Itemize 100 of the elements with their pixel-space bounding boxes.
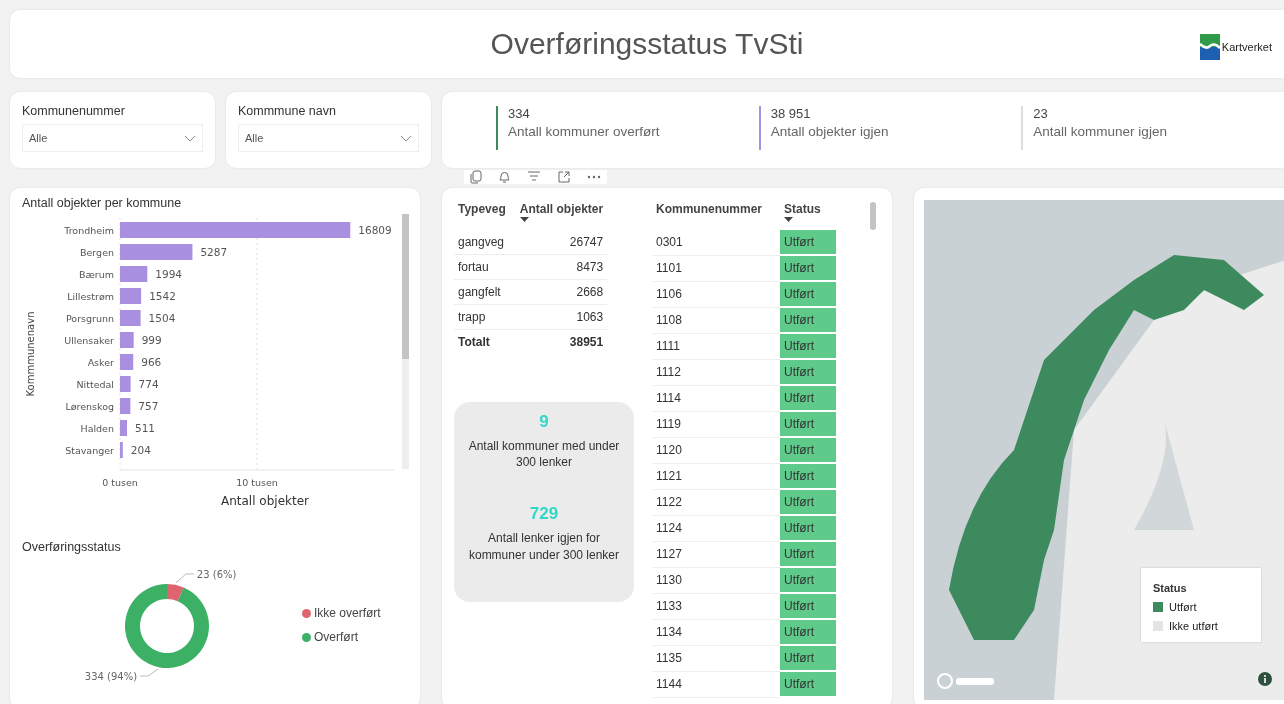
category-label: Ullensaker	[64, 335, 114, 346]
kpi-label: Antall kommuner igjen	[1033, 124, 1168, 139]
info-icon[interactable]	[1258, 672, 1272, 686]
bar	[120, 310, 141, 326]
kpi-value: 334	[508, 106, 531, 121]
legend-label: Utført	[1169, 601, 1197, 613]
leader-line	[139, 668, 159, 677]
bell-icon[interactable]	[498, 170, 511, 184]
status-cell: Utført	[780, 437, 836, 463]
chart-title: Antall objekter per kommune	[22, 196, 183, 210]
category-label: Trondheim	[64, 225, 114, 236]
legend-title: Status	[1153, 582, 1188, 594]
value-label: 23 (6%)	[196, 569, 237, 580]
data-label: 204	[130, 444, 151, 456]
bar	[120, 288, 142, 304]
logo-icon	[1199, 34, 1220, 60]
status-cell: Utført	[780, 359, 836, 385]
chevron-down-icon[interactable]	[400, 134, 412, 142]
table-cell: 8473	[509, 254, 608, 280]
status-cell: Utført	[780, 515, 836, 541]
status-cell: Utført	[780, 385, 836, 411]
status-cell: Utført	[780, 463, 836, 489]
legend-label: Ikke utført	[1169, 620, 1218, 632]
data-label: 1504	[148, 312, 176, 324]
category-label: Lillestrøm	[67, 291, 114, 302]
table-cell: 26747	[509, 230, 608, 255]
data-label: 774	[138, 378, 159, 390]
status-cell: Utført	[780, 307, 836, 333]
table-cell: 2668	[509, 279, 608, 305]
category-label: Nittedal	[76, 379, 114, 390]
data-label: 966	[141, 356, 162, 368]
data-label: 1994	[155, 268, 183, 280]
map-logo-icon	[936, 672, 996, 690]
data-label: 757	[138, 400, 159, 412]
column-header[interactable]: Status	[780, 202, 836, 230]
status-cell: Utført	[780, 255, 836, 281]
status-cell: Utført	[780, 619, 836, 645]
category-label: Bergen	[80, 247, 114, 258]
status-cell: Utført	[780, 333, 836, 359]
value-label: 334 (94%)	[84, 671, 138, 682]
bar	[120, 354, 134, 370]
category-label: Stavanger	[65, 445, 114, 456]
status-cell: Utført	[780, 281, 836, 307]
status-cell: Utført	[780, 671, 836, 697]
table-cell: trapp	[454, 304, 510, 330]
bar	[120, 442, 123, 458]
dropdown-field[interactable]: Alle	[22, 124, 203, 152]
column-header[interactable]: Typeveg	[454, 202, 510, 230]
table-cell: gangfelt	[454, 279, 510, 305]
axis-title: Kommmunenavn	[25, 311, 36, 397]
copy-icon[interactable]	[470, 170, 482, 184]
status-cell: Utført	[780, 230, 836, 255]
sort-caret-icon[interactable]	[784, 217, 793, 222]
kpi-label: Antall kommuner overført	[508, 124, 661, 139]
summary-value: 729	[528, 504, 560, 525]
total-label: Totalt	[454, 329, 510, 354]
status-cell: Utført	[780, 593, 836, 619]
scrollbar[interactable]	[402, 214, 409, 469]
status-cell: Utført	[780, 645, 836, 671]
column-header[interactable]: Antall objekter	[509, 202, 608, 230]
data-label: 16809	[358, 224, 392, 236]
summary-value: 9	[538, 412, 550, 432]
sort-caret-icon[interactable]	[519, 217, 529, 222]
status-cell: Utført	[780, 489, 836, 515]
page-title: Overføringsstatus TvSti	[490, 27, 804, 61]
bar	[120, 332, 134, 348]
scroll-thumb[interactable]	[870, 202, 876, 230]
bar	[120, 420, 127, 436]
data-label: 511	[135, 422, 156, 434]
tick-label: 0 tusen	[102, 477, 138, 488]
category-label: Asker	[87, 357, 114, 368]
filter-icon[interactable]	[527, 170, 541, 182]
summary-label: Antall kommuner med under 300 lenker	[467, 438, 621, 471]
category-label: Lørenskog	[65, 401, 114, 412]
kpi-label: Antall objekter igjen	[770, 124, 890, 139]
category-label: Bærum	[78, 269, 114, 280]
leader-line	[175, 573, 195, 584]
tick-label: 10 tusen	[236, 477, 278, 488]
bar	[120, 266, 148, 282]
logo-text: Kartverket	[1221, 41, 1272, 53]
filter-label: Kommmune navn	[238, 104, 337, 118]
kpi-value: 38 951	[770, 106, 812, 121]
summary-label: Antall lenker igjen for kommuner under 300 lenker	[467, 530, 621, 563]
table-cell: fortau	[454, 254, 510, 280]
filter-label: Kommunenummer	[22, 104, 126, 118]
chevron-down-icon[interactable]	[184, 134, 196, 142]
expand-icon[interactable]	[557, 170, 571, 184]
bar	[120, 398, 131, 414]
data-label: 999	[141, 334, 162, 346]
table-cell: gangveg	[454, 230, 510, 255]
column-header[interactable]: Kommunenummer	[652, 202, 780, 230]
dropdown-field[interactable]: Alle	[238, 124, 419, 152]
data-label: 1542	[149, 290, 176, 302]
axis-title: Antall objekter	[221, 494, 309, 508]
table-cell: 1063	[509, 304, 608, 330]
total-value: 38951	[509, 329, 608, 354]
kpi-value: 23	[1033, 106, 1049, 121]
category-label: Halden	[80, 423, 114, 434]
bar	[120, 376, 131, 392]
data-label: 5287	[200, 246, 228, 258]
